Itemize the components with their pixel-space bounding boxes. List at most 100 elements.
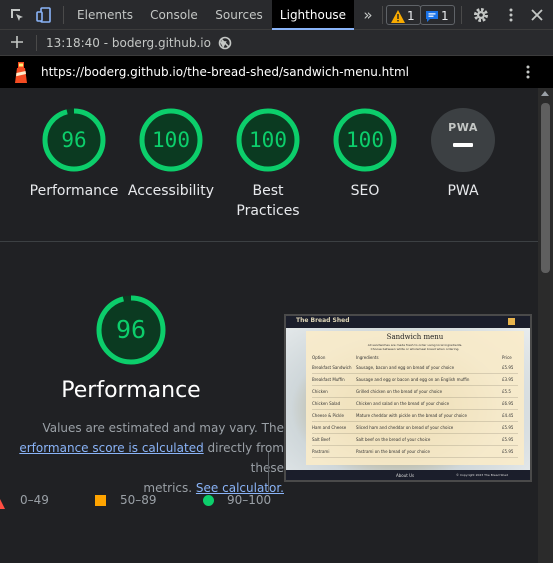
- pass-circle-icon: [203, 495, 214, 506]
- thumbnail-row-item: Ham and Cheese: [312, 425, 347, 430]
- scrollbar-thumb[interactable]: [541, 103, 550, 273]
- report-scrollbar[interactable]: [538, 88, 553, 563]
- thumbnail-row-item: Chicken Salad: [312, 401, 341, 406]
- device-toolbar-icon[interactable]: [35, 6, 53, 24]
- thumbnail-col-ingredients: Ingredients: [356, 355, 379, 360]
- tab-sources[interactable]: Sources: [208, 0, 270, 30]
- thumbnail-row-divider: [312, 409, 518, 410]
- message-icon: [425, 9, 439, 29]
- settings-gear-icon[interactable]: [472, 6, 490, 24]
- clear-reports-icon[interactable]: [217, 35, 233, 51]
- close-devtools-icon[interactable]: [528, 6, 546, 24]
- thumbnail-row-divider: [312, 421, 518, 422]
- legend-pass-label: 90–100: [227, 493, 272, 507]
- tab-lighthouse[interactable]: Lighthouse: [272, 0, 354, 30]
- thumbnail-col-item: Option: [312, 355, 326, 360]
- thumbnail-row-divider: [312, 457, 518, 458]
- lighthouse-toolbar: 13:18:40 - boderg.github.io ▼: [0, 30, 553, 56]
- seo-score: 100: [346, 128, 384, 152]
- tab-console[interactable]: Console: [141, 0, 207, 30]
- thumbnail-row-ingredients: Pastrami on the bread of your choice: [356, 449, 430, 454]
- thumbnail-row-ingredients: Chicken and salad on the bread of your c…: [356, 401, 450, 406]
- thumbnail-row-ingredients: Mature cheddar with pickle on the bread …: [356, 413, 467, 418]
- average-square-icon: [95, 495, 106, 506]
- messages-badge[interactable]: 1: [420, 5, 455, 25]
- gauge-seo[interactable]: 100 SEO: [332, 107, 398, 217]
- thumbnail-row-ingredients: Salt beef on the bread of your choice: [356, 437, 431, 442]
- warnings-count: 1: [407, 9, 415, 23]
- thumbnail-row-ingredients: Sausage, bacon and egg on bread of your …: [356, 365, 455, 370]
- thumbnail-row-item: Breakfast Muffin: [312, 377, 345, 382]
- thumbnail-row-item: Salt Beef: [312, 437, 331, 442]
- performance-label: Performance: [29, 183, 119, 199]
- vertical-divider: [268, 452, 269, 492]
- thumbnail-row-price: £5.5: [502, 389, 511, 394]
- thumbnail-row-price: £5.95: [502, 437, 514, 442]
- report-url-bar: https://boderg.github.io/the-bread-shed/…: [0, 56, 553, 88]
- messages-count: 1: [441, 9, 449, 23]
- thumbnail-menu-icon: [508, 318, 515, 325]
- thumbnail-header: The Bread Shed: [286, 316, 530, 328]
- new-report-plus-icon[interactable]: [8, 33, 26, 51]
- gauge-best-practices[interactable]: 100 Best Practices: [235, 107, 301, 237]
- warning-icon: [391, 9, 405, 29]
- warnings-badge[interactable]: 1: [386, 5, 421, 25]
- thumbnail-row-item: Pastrami: [312, 449, 330, 454]
- toolbar-separator: [382, 6, 383, 24]
- best-practices-score: 100: [249, 128, 287, 152]
- thumbnail-brand: The Bread Shed: [296, 317, 350, 324]
- section-divider: [0, 241, 538, 242]
- thumbnail-row-divider: [312, 433, 518, 434]
- report-menu-icon[interactable]: [519, 63, 537, 81]
- best-practices-label-line2: Practices: [236, 203, 300, 219]
- gauge-performance[interactable]: 96 Performance: [30, 107, 118, 217]
- performance-score: 96: [61, 128, 87, 152]
- thumbnail-row-price: £5.95: [502, 365, 514, 370]
- thumbnail-row-price: £5.95: [502, 449, 514, 454]
- performance-description: Values are estimated and may vary. The e…: [0, 418, 284, 498]
- description-text-2: directly from these: [207, 441, 284, 475]
- thumbnail-row-item: Chicken: [312, 389, 328, 394]
- lighthouse-report: 96 Performance 100 Accessibility 100 Bes…: [0, 88, 538, 563]
- best-practices-label: Best Practices: [215, 181, 321, 221]
- report-url-link[interactable]: https://boderg.github.io/the-bread-shed/…: [41, 56, 409, 88]
- thumbnail-row-ingredients: Grilled chicken on the bread of your cho…: [356, 389, 443, 394]
- seo-label: SEO: [350, 183, 380, 199]
- tab-elements[interactable]: Elements: [72, 0, 138, 30]
- performance-heading: Performance: [61, 378, 201, 403]
- thumbnail-intro-2: Choose between white or wholemeal bread …: [370, 347, 460, 351]
- accessibility-label: Accessibility: [127, 183, 215, 199]
- thumbnail-row-divider: [312, 385, 518, 386]
- accessibility-score: 100: [152, 128, 190, 152]
- pwa-badge-text: PWA: [448, 121, 478, 134]
- more-tabs-button[interactable]: »: [356, 0, 380, 30]
- scroll-up-arrow-icon[interactable]: [541, 91, 549, 96]
- best-practices-label-line1: Best: [252, 183, 284, 199]
- toolbar-separator: [36, 35, 37, 51]
- description-text-1: Values are estimated and may vary. The: [42, 421, 284, 435]
- report-selector[interactable]: 13:18:40 - boderg.github.io ▼: [46, 30, 227, 56]
- report-selector-label: 13:18:40 - boderg.github.io: [46, 36, 211, 50]
- pwa-badge-icon: [431, 108, 495, 172]
- thumbnail-row-divider: [312, 397, 518, 398]
- thumbnail-footer-about: About Us: [396, 473, 415, 478]
- thumbnail-row-divider: [312, 445, 518, 446]
- toolbar-separator: [461, 6, 462, 24]
- thumbnail-social-icons: [292, 473, 322, 479]
- thumbnail-row-price: £5.95: [502, 425, 514, 430]
- thumbnail-footer: About Us © Copyright 2023 The Bread Shed: [286, 470, 530, 480]
- performance-score-calculated-link[interactable]: erformance score is calculated: [19, 441, 203, 455]
- thumbnail-menu-card: Sandwich menu All sandwiches are made fr…: [306, 331, 524, 465]
- thumbnail-row-ingredients: Sliced ham and cheddar on bread of your …: [356, 425, 454, 430]
- more-options-icon[interactable]: [502, 6, 520, 24]
- devtools-tabbar: Elements Console Sources Lighthouse » 1 …: [0, 0, 553, 30]
- thumbnail-menu-title: Sandwich menu: [386, 333, 444, 341]
- thumbnail-row-price: £6.95: [502, 401, 514, 406]
- gauge-accessibility[interactable]: 100 Accessibility: [128, 107, 214, 217]
- thumbnail-footer-copyright: © Copyright 2023 The Bread Shed: [456, 473, 509, 477]
- inspect-element-icon[interactable]: [8, 6, 26, 24]
- legend-fail-label: 0–49: [20, 493, 49, 507]
- final-screenshot-thumbnail[interactable]: The Bread Shed Sandwich menu All sandwic…: [284, 314, 532, 482]
- gauge-pwa[interactable]: PWA PWA: [430, 107, 496, 217]
- thumbnail-row-item: Breakfast Sandwich: [312, 365, 352, 370]
